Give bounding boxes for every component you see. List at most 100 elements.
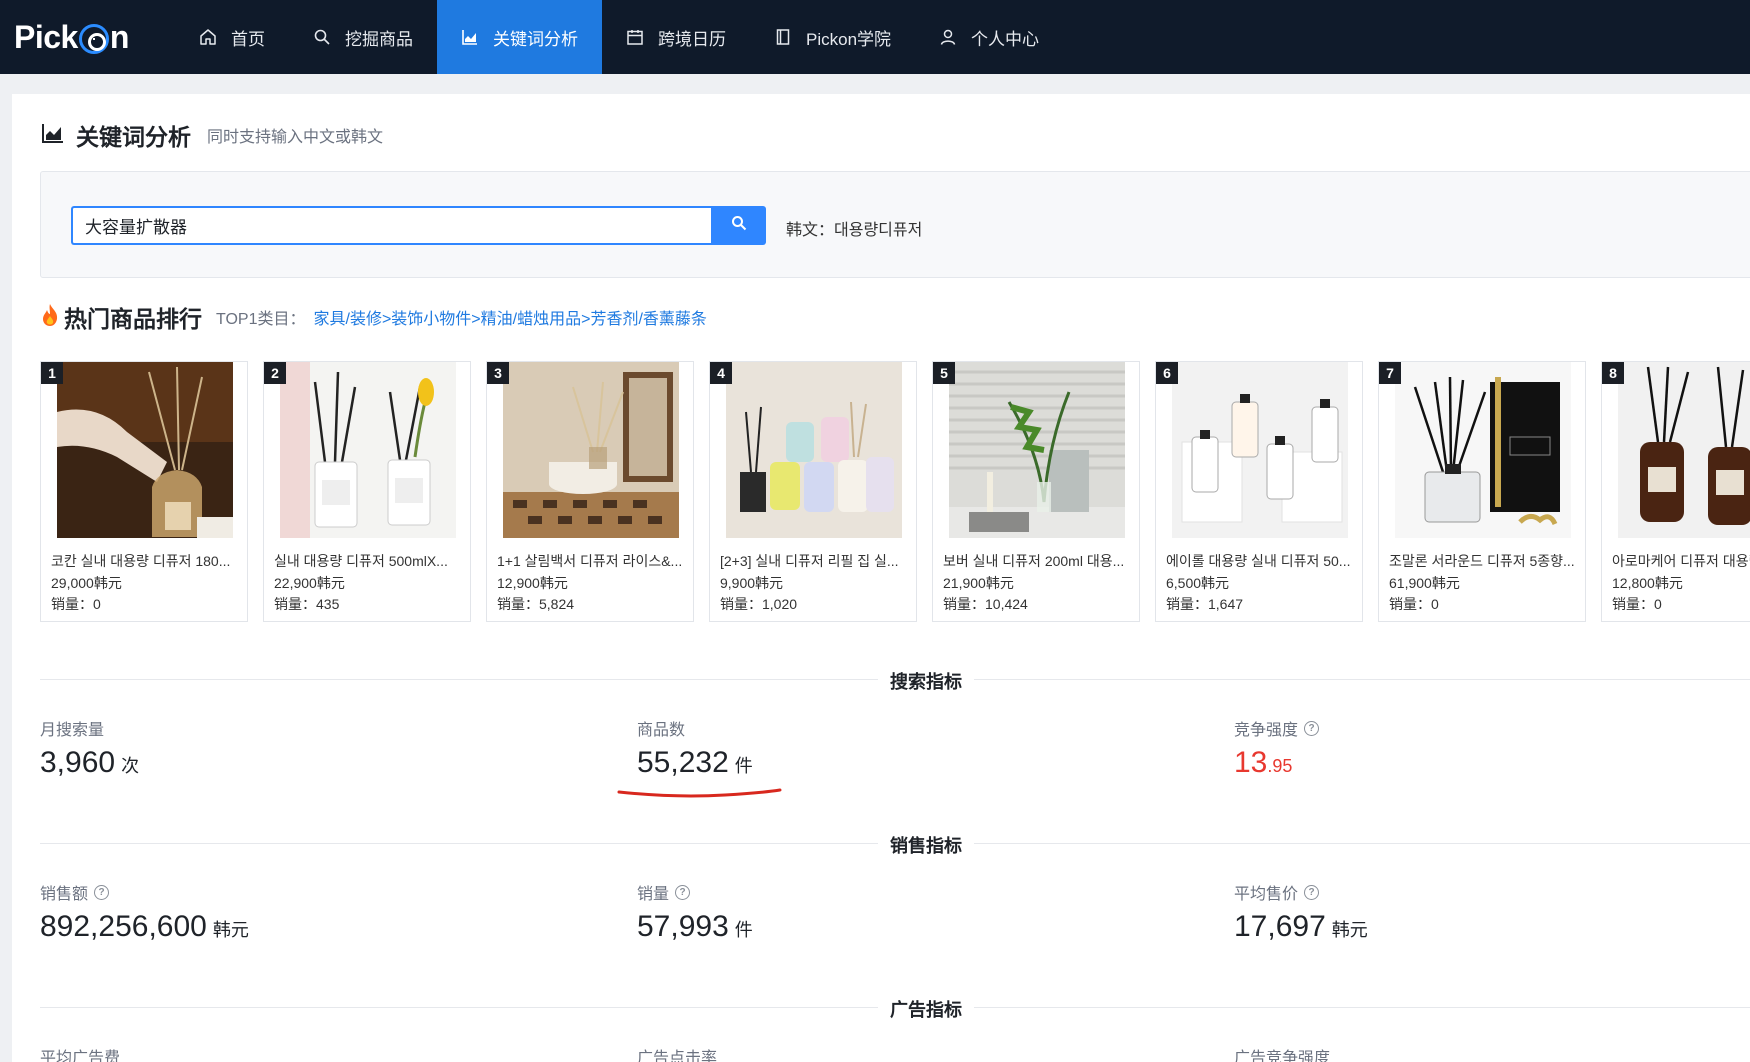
rank-badge: 3 xyxy=(487,362,509,384)
product-sales: 销量：5,824 xyxy=(497,596,575,612)
calendar-icon xyxy=(626,28,644,46)
product-image[interactable] xyxy=(726,362,902,538)
nav-item-profile[interactable]: 个人中心 xyxy=(915,0,1063,74)
unit-text: 韩元 xyxy=(212,920,249,940)
monthly-search-label: 月搜索量 xyxy=(40,716,104,740)
nav-item-keyword[interactable]: 关键词分析 xyxy=(437,0,602,74)
value-text: 55,232 xyxy=(637,746,729,779)
pickon-logo[interactable]: Pick n xyxy=(0,0,175,74)
top-category-link[interactable]: 家具/装修>装饰小物件>精油/蜡烛用品>芳香剂/香薰藤条 xyxy=(314,305,707,329)
nav-item-discover[interactable]: 挖掘商品 xyxy=(289,0,437,74)
product-price: 6,500韩元 xyxy=(1166,575,1230,591)
product-card[interactable]: 1 코칸 실내 대용량 디퓨저 180... 29,000韩元 销量：0 xyxy=(40,361,248,622)
target-icon xyxy=(78,24,109,54)
unit-text: 韩元 xyxy=(1331,920,1368,940)
nav-item-home[interactable]: 首页 xyxy=(175,0,289,74)
keyword-search-input[interactable] xyxy=(71,206,711,245)
monthly-search-value: 3,960 次 xyxy=(40,746,139,780)
help-icon[interactable]: ? xyxy=(1304,884,1320,900)
nav-label: 首页 xyxy=(231,29,265,49)
product-price: 61,900韩元 xyxy=(1389,575,1460,591)
product-price: 29,000韩元 xyxy=(51,575,122,591)
page-title: 关键词分析 xyxy=(76,124,191,150)
nav-label: 跨境日历 xyxy=(658,29,726,49)
product-name: 에이롤 대용량 실내 디퓨저 50... xyxy=(1166,553,1351,569)
chart-icon xyxy=(42,123,64,148)
korean-translation: 韩文：대용량디퓨저 xyxy=(786,216,922,240)
avg-price-label: 平均售价 ? xyxy=(1234,880,1320,904)
product-card[interactable]: 6 에이롤 대용량 실내 디퓨저 50... 6,500韩元 销量：1,647 xyxy=(1155,361,1363,622)
product-count-value: 55,232 件 xyxy=(637,746,753,780)
search-button[interactable] xyxy=(711,206,766,245)
page-header: 关键词分析 同时支持输入中文或韩文 xyxy=(42,118,383,152)
product-image[interactable] xyxy=(1172,362,1348,538)
avg-price-value: 17,697 韩元 xyxy=(1234,910,1368,944)
unit-text: 件 xyxy=(734,920,753,940)
product-card[interactable]: 3 1+1 살림백서 디퓨저 라이스&... 12,900韩元 销量：5,824 xyxy=(486,361,694,622)
product-card[interactable]: 2 실내 대용량 디퓨저 500mlX... 22,900韩元 销量：435 xyxy=(263,361,471,622)
product-name: [2+3] 실내 디퓨저 리필 집 실... xyxy=(720,553,899,569)
label-text: 月搜索量 xyxy=(40,722,105,739)
nav-label: 个人中心 xyxy=(971,29,1040,49)
nav-item-calendar[interactable]: 跨境日历 xyxy=(602,0,750,74)
main-card: 关键词分析 同时支持输入中文或韩文 韩文：대용량디퓨저 热门商品排行 TOP1类… xyxy=(12,94,1750,1062)
label-text: 平均广告费 xyxy=(40,1050,121,1062)
label-text: 销量 xyxy=(637,886,670,903)
product-image[interactable] xyxy=(1618,362,1750,538)
unit-text: 次 xyxy=(121,756,140,776)
product-image[interactable] xyxy=(280,362,456,538)
revenue-value: 892,256,600 韩元 xyxy=(40,910,249,944)
label-text: 广告竞争强度 xyxy=(1234,1050,1331,1062)
label-text: 商品数 xyxy=(637,722,686,739)
product-card[interactable]: 4 [2+3] 실내 디퓨저 리필 집 실... 9,900韩元 销量：1,02… xyxy=(709,361,917,622)
hot-products-title: 热门商品排行 xyxy=(64,306,202,332)
rank-badge: 1 xyxy=(41,362,63,384)
nav-label: 关键词分析 xyxy=(493,29,578,49)
product-name: 아로마케어 디퓨저 대용량 xyxy=(1612,553,1750,569)
ad-metrics-title: 广告指标 xyxy=(878,996,974,1022)
product-card[interactable]: 7 조말론 서라운드 디퓨저 5종향... 61,900韩元 销量：0 xyxy=(1378,361,1586,622)
help-icon[interactable]: ? xyxy=(675,884,691,900)
product-image[interactable] xyxy=(503,362,679,538)
unit-text: 件 xyxy=(734,756,753,776)
product-image[interactable] xyxy=(57,362,233,538)
product-card[interactable]: 8 아로마케어 디퓨저 대용량 12,800韩元 销量：0 xyxy=(1601,361,1750,622)
product-price: 12,800韩元 xyxy=(1612,575,1683,591)
product-card[interactable]: 5 보버 실내 디퓨저 200ml 대용... 21,900韩元 销量：10,4… xyxy=(932,361,1140,622)
product-ranking-list: 1 코칸 실내 대용량 디퓨저 180... 29,000韩元 销量：0 2 실… xyxy=(40,361,1750,623)
ad-competition-label: 广告竞争强度 xyxy=(1234,1044,1330,1062)
label-text: 平均售价 xyxy=(1234,886,1299,903)
product-price: 22,900韩元 xyxy=(274,575,345,591)
product-sales: 销量：0 xyxy=(1389,596,1439,612)
product-name: 조말론 서라운드 디퓨저 5종향... xyxy=(1389,553,1575,569)
product-name: 1+1 살림백서 디퓨저 라이스&... xyxy=(497,553,683,569)
product-image[interactable] xyxy=(1395,362,1571,538)
help-icon[interactable]: ? xyxy=(1304,720,1320,736)
value-text: 892,256,600 xyxy=(40,910,207,943)
korean-value: 대용량디퓨저 xyxy=(834,222,923,239)
sales-volume-value: 57,993 件 xyxy=(637,910,753,944)
search-panel: 韩文：대용량디퓨저 xyxy=(40,171,1750,278)
korean-label: 韩文： xyxy=(786,222,835,239)
fire-icon xyxy=(40,303,60,332)
product-count-label: 商品数 xyxy=(637,716,685,740)
search-icon xyxy=(313,28,331,46)
label-text: 竞争强度 xyxy=(1234,722,1299,739)
value-dec: .95 xyxy=(1267,756,1293,776)
product-price: 9,900韩元 xyxy=(720,575,784,591)
product-sales: 销量：1,020 xyxy=(720,596,798,612)
rank-badge: 7 xyxy=(1379,362,1401,384)
search-icon xyxy=(731,215,747,236)
product-sales: 销量：0 xyxy=(1612,596,1662,612)
rank-badge: 5 xyxy=(933,362,955,384)
product-price: 12,900韩元 xyxy=(497,575,568,591)
value-text: 17,697 xyxy=(1234,910,1326,943)
help-icon[interactable]: ? xyxy=(94,884,110,900)
product-name: 실내 대용량 디퓨저 500mlX... xyxy=(274,553,448,569)
chart-icon xyxy=(461,28,479,46)
rank-badge: 8 xyxy=(1602,362,1624,384)
product-image[interactable] xyxy=(949,362,1125,538)
value-text: 57,993 xyxy=(637,910,729,943)
nav-item-academy[interactable]: Pickon学院 xyxy=(750,0,915,74)
product-sales: 销量：1,647 xyxy=(1166,596,1244,612)
